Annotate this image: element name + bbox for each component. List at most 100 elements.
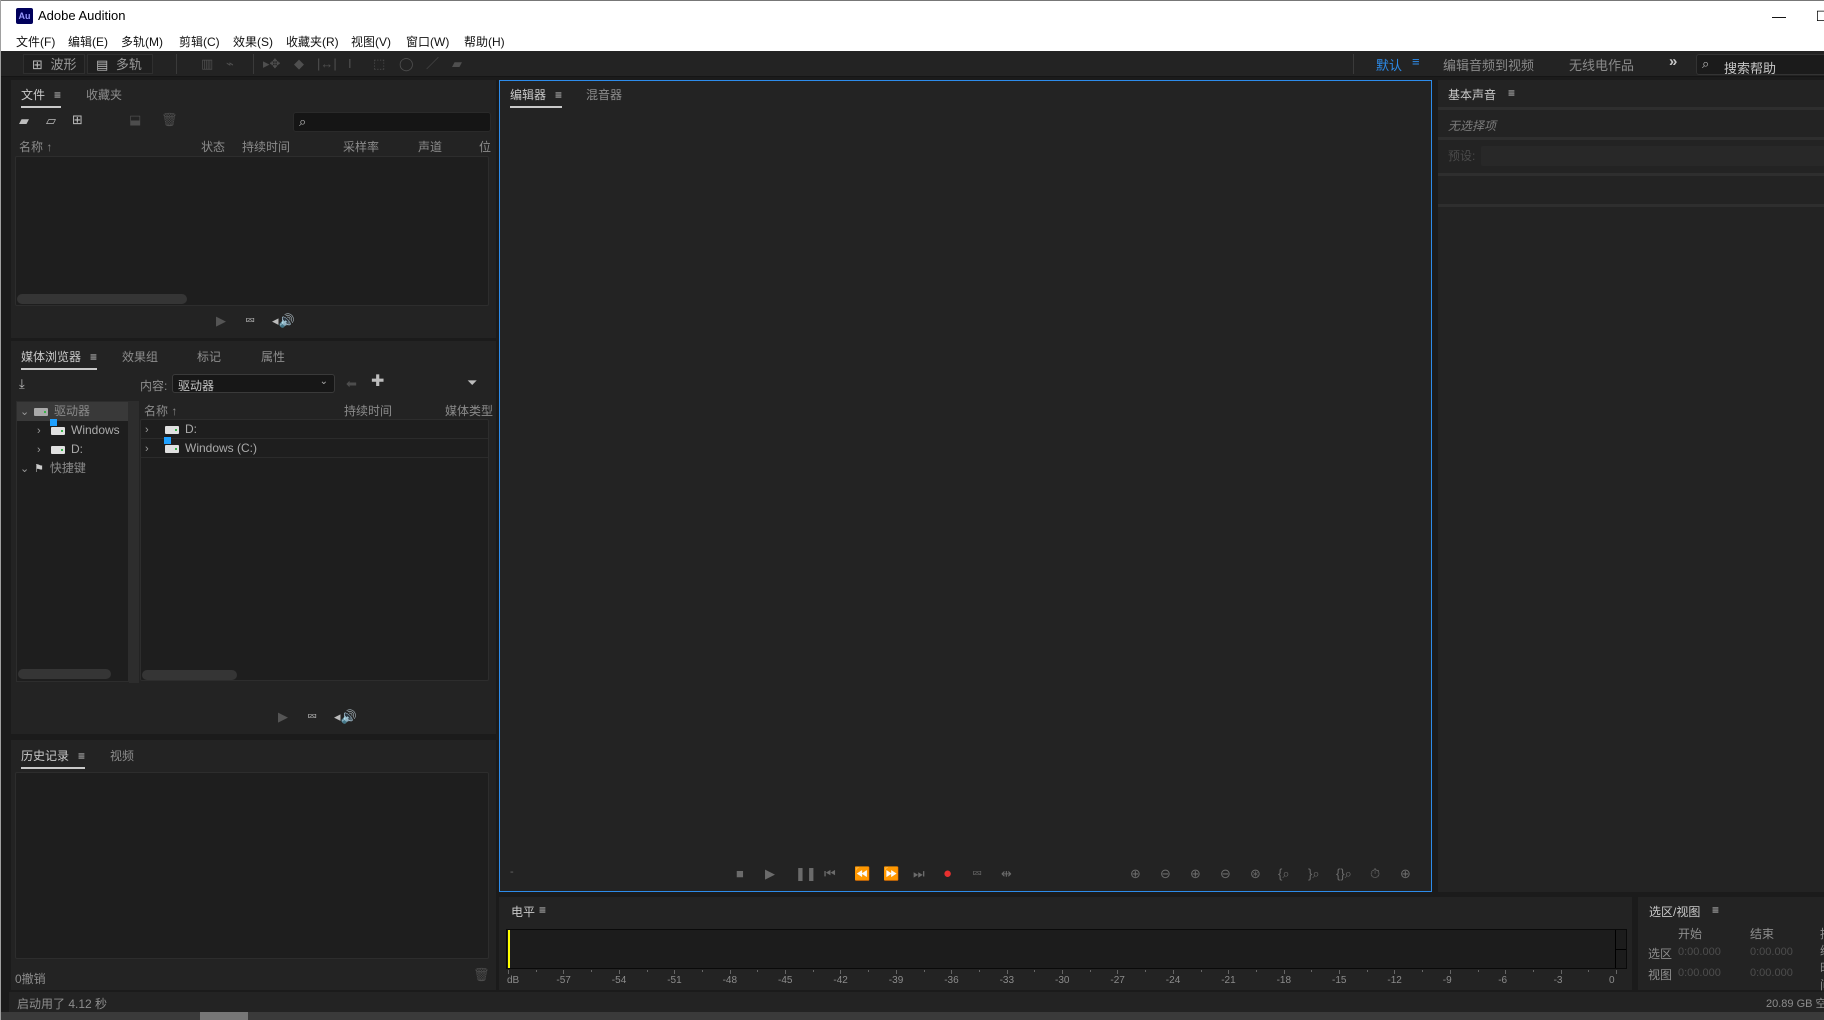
panel-menu-icon[interactable]: ≡ xyxy=(78,749,85,763)
back-arrow-icon[interactable]: ⬅ xyxy=(346,377,357,391)
menu-multitrack[interactable]: 多轨(M) xyxy=(121,33,163,50)
record-button[interactable]: ● xyxy=(943,865,952,882)
history-list[interactable] xyxy=(15,772,489,959)
selection-start[interactable]: 0:00.000 xyxy=(1678,946,1721,958)
zoom-in-frequency-icon[interactable]: ⊕ xyxy=(1400,866,1411,882)
column-name[interactable]: 名称 ↑ xyxy=(144,402,177,419)
preset-dropdown[interactable] xyxy=(1481,146,1824,166)
zoom-in-amplitude-icon[interactable]: ⊕ xyxy=(1130,866,1141,882)
list-item[interactable]: › Windows (C:) xyxy=(141,436,488,458)
autoplay-speaker-icon[interactable]: ◂🔊 xyxy=(272,313,295,329)
files-list[interactable] xyxy=(15,156,489,306)
menu-clip[interactable]: 剪辑(C) xyxy=(179,33,220,50)
menu-help[interactable]: 帮助(H) xyxy=(464,33,505,50)
files-search-input[interactable]: ⌕ xyxy=(293,112,491,132)
play-button[interactable]: ▶ xyxy=(765,866,775,882)
spectral-pitch-icon[interactable]: ⌁ xyxy=(226,54,234,74)
open-file-icon[interactable]: ▰ xyxy=(19,114,29,128)
import-download-icon[interactable]: ⤓ xyxy=(19,377,25,391)
zoom-out-time-icon[interactable]: ⊖ xyxy=(1220,866,1231,882)
loop-icon[interactable]: ⮹ xyxy=(245,313,255,329)
filter-icon[interactable]: ⏷ xyxy=(467,376,477,390)
waveform-view-button[interactable]: ⊞ 波形 xyxy=(23,54,85,74)
tree-item-shortcuts[interactable]: ⌄ ⚑ 快捷键 xyxy=(20,459,86,478)
tree-item-d[interactable]: › D: xyxy=(37,440,83,459)
tab-markers[interactable]: 标记 xyxy=(197,348,221,365)
menu-edit[interactable]: 编辑(E) xyxy=(68,33,108,50)
scrollbar-thumb[interactable] xyxy=(200,1012,248,1020)
spectral-frequency-icon[interactable]: ▥ xyxy=(201,54,213,74)
zoom-in-at-in-point-icon[interactable]: {⌕ xyxy=(1278,866,1290,882)
tab-media-browser[interactable]: 媒体浏览器 ≡ xyxy=(21,348,98,370)
maximize-button[interactable]: ☐ xyxy=(1807,5,1824,27)
healing-brush-icon[interactable]: ▰ xyxy=(452,54,462,74)
loop-playback-button[interactable]: ⮹ xyxy=(972,866,982,882)
zoom-to-time-icon[interactable]: ⏱ xyxy=(1370,866,1380,882)
zoom-in-at-out-point-icon[interactable]: }⌕ xyxy=(1308,866,1320,882)
workspace-edit-audio-to-video[interactable]: 编辑音频到视频 xyxy=(1443,55,1534,74)
zoom-to-selection-icon[interactable]: {}⌕ xyxy=(1336,866,1352,882)
column-channels[interactable]: 声道 xyxy=(418,138,442,155)
tab-files[interactable]: 文件 ≡ xyxy=(21,86,62,108)
tree-item-drives[interactable]: ⌄ 驱动器 xyxy=(17,402,128,421)
zoom-out-amplitude-icon[interactable]: ⊖ xyxy=(1160,866,1171,882)
panel-menu-icon[interactable]: ≡ xyxy=(54,88,61,102)
horizontal-scrollbar[interactable] xyxy=(17,294,187,304)
tab-mixer[interactable]: 混音器 xyxy=(586,86,622,103)
tab-video[interactable]: 视频 xyxy=(110,747,134,764)
column-bit-depth[interactable]: 位 xyxy=(479,138,491,155)
column-duration[interactable]: 持续时间 xyxy=(344,402,392,419)
panel-menu-icon[interactable]: ≡ xyxy=(555,88,562,102)
lasso-tool-icon[interactable]: ◯ xyxy=(399,54,414,74)
column-sample-rate[interactable]: 采样率 xyxy=(343,138,379,155)
zoom-in-time-icon[interactable]: ⊕ xyxy=(1190,866,1201,882)
menu-effects[interactable]: 效果(S) xyxy=(233,33,273,50)
column-name[interactable]: 名称 ↑ xyxy=(19,138,52,155)
column-duration[interactable]: 持续时间 xyxy=(242,138,290,155)
column-status[interactable]: 状态 xyxy=(201,138,225,155)
tree-item-windows[interactable]: › Windows xyxy=(37,418,120,440)
workspace-menu-icon[interactable]: ≡ xyxy=(1412,54,1420,69)
autoplay-speaker-icon[interactable]: ◂🔊 xyxy=(334,709,357,725)
waveform-area[interactable] xyxy=(501,109,1430,855)
tree-horizontal-scrollbar[interactable] xyxy=(18,669,111,679)
tab-properties[interactable]: 属性 xyxy=(261,348,285,365)
brush-tool-icon[interactable]: ／ xyxy=(426,54,439,74)
insert-into-multitrack-icon[interactable]: ⬓ xyxy=(129,113,141,127)
help-search-input[interactable]: ⌕ 搜索帮助 xyxy=(1696,54,1824,76)
view-start[interactable]: 0:00.000 xyxy=(1678,967,1721,979)
zoom-out-full-icon[interactable]: ⊛ xyxy=(1250,866,1261,882)
content-dropdown[interactable]: 驱动器 ⌄ xyxy=(172,374,335,393)
play-icon[interactable]: ▶ xyxy=(278,709,288,725)
panel-menu-icon[interactable]: ≡ xyxy=(90,350,97,364)
multitrack-view-button[interactable]: ▤ 多轨 xyxy=(87,54,153,74)
trash-icon[interactable]: 🗑 xyxy=(473,968,490,982)
workspace-radio-production[interactable]: 无线电作品 xyxy=(1569,55,1634,74)
move-tool-icon[interactable]: ▸✥ xyxy=(263,54,280,74)
play-icon[interactable]: ▶ xyxy=(216,313,226,329)
razor-tool-icon[interactable]: ◆ xyxy=(294,54,304,74)
list-horizontal-scrollbar[interactable] xyxy=(142,670,237,680)
tab-history[interactable]: 历史记录 ≡ xyxy=(21,747,86,769)
stop-button[interactable]: ■ xyxy=(736,866,744,881)
skip-selection-button[interactable]: ⇹ xyxy=(1001,866,1012,882)
menu-window[interactable]: 窗口(W) xyxy=(406,33,449,50)
skip-to-end-button[interactable]: ⏭ xyxy=(913,866,925,882)
pause-button[interactable]: ❚❚ xyxy=(795,866,817,882)
slip-tool-icon[interactable]: |↔| xyxy=(317,54,337,74)
more-workspaces-icon[interactable]: » xyxy=(1669,53,1677,70)
panel-menu-icon[interactable]: ≡ xyxy=(539,903,546,917)
column-media-type[interactable]: 媒体类型 xyxy=(445,402,493,419)
trash-icon[interactable]: 🗑 xyxy=(161,113,178,127)
menu-favorites[interactable]: 收藏夹(R) xyxy=(286,33,339,50)
skip-to-start-button[interactable]: ⏮ xyxy=(824,866,836,882)
horizontal-scrollbar[interactable] xyxy=(1,1012,1824,1020)
tab-editor[interactable]: 编辑器 ≡ xyxy=(510,86,563,108)
time-selection-tool-icon[interactable]: I xyxy=(348,54,352,74)
list-item[interactable]: › D: xyxy=(141,420,488,439)
add-shortcut-icon[interactable]: ✚ xyxy=(371,374,384,390)
workspace-default[interactable]: 默认 xyxy=(1376,55,1402,74)
tab-effects-rack[interactable]: 效果组 xyxy=(122,348,158,365)
loop-icon[interactable]: ⮹ xyxy=(307,709,317,725)
minimize-button[interactable]: — xyxy=(1764,5,1794,27)
